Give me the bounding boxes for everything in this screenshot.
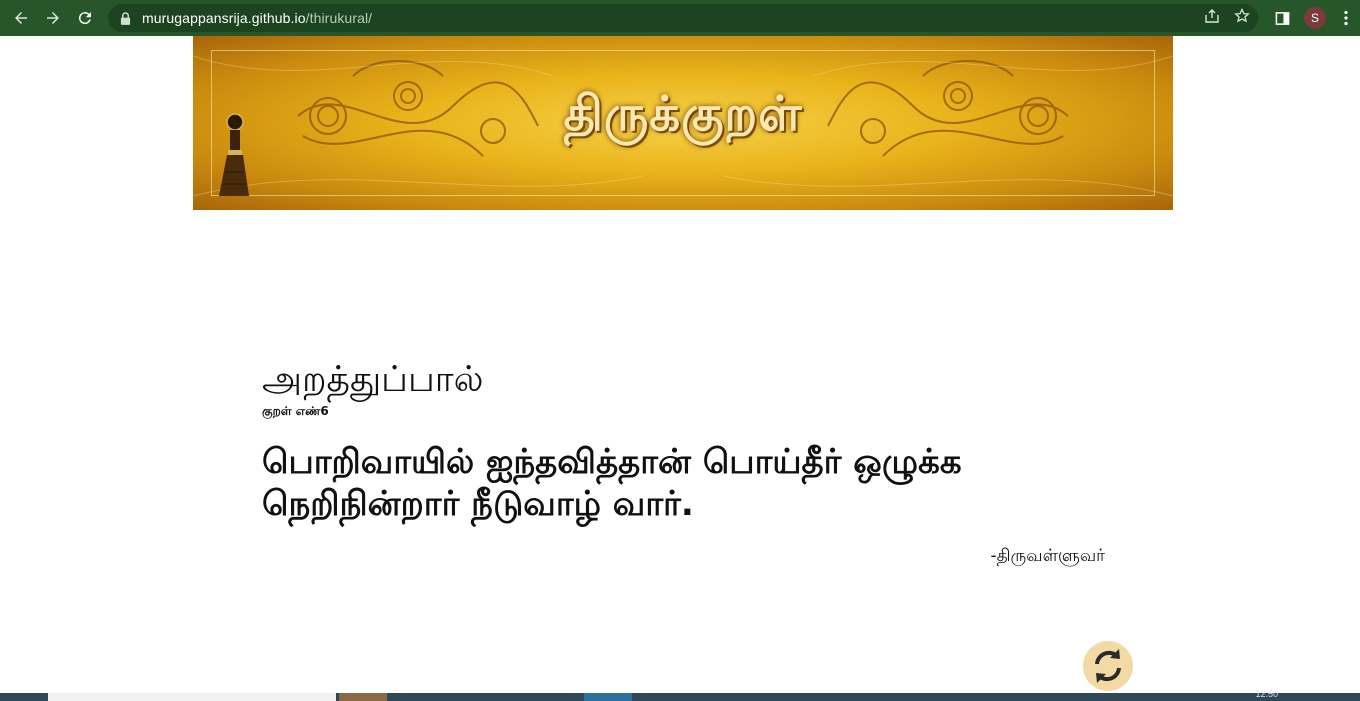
- author-credit: -திருவள்ளுவர்: [990, 546, 1105, 566]
- taskbar-app-button[interactable]: [339, 693, 387, 701]
- refresh-icon: [1095, 649, 1121, 683]
- side-panel-icon: [1275, 11, 1289, 25]
- side-panel-button[interactable]: [1266, 2, 1298, 34]
- kural-line-2: நெறிநின்றார் நீடுவாழ் வார்.: [262, 484, 694, 524]
- menu-button[interactable]: [1332, 2, 1360, 34]
- lock-icon: [120, 11, 132, 25]
- section-title: அறத்துப்பால்: [262, 359, 484, 400]
- header-banner: திருக்குறள்: [193, 36, 1173, 210]
- reload-icon: [78, 12, 91, 25]
- kural-number: குறள் எண்6: [262, 404, 329, 418]
- forward-button[interactable]: [37, 2, 69, 34]
- more-vert-icon: [1344, 10, 1348, 26]
- url-path: /thirukural/: [305, 10, 373, 26]
- banner-title: திருக்குறள்: [563, 86, 803, 142]
- url-host: murugappansrija.github.io: [142, 10, 306, 26]
- arrow-right-icon: [47, 12, 59, 24]
- browser-toolbar: murugappansrija.github.io/thirukural/ S: [0, 0, 1360, 36]
- back-button[interactable]: [5, 2, 37, 34]
- taskbar-search-box[interactable]: [48, 693, 336, 701]
- bookmark-star-icon[interactable]: [1234, 7, 1250, 28]
- profile-avatar[interactable]: S: [1304, 7, 1326, 29]
- os-taskbar: 12:50: [0, 689, 1360, 701]
- reload-button[interactable]: [69, 2, 101, 34]
- kural-line-1: பொறிவாயில் ஐந்தவித்தான் பொய்தீர் ஒழுக்க: [262, 442, 962, 482]
- url-text: murugappansrija.github.io/thirukural/: [142, 10, 372, 26]
- address-bar[interactable]: murugappansrija.github.io/thirukural/: [108, 4, 1258, 32]
- share-icon[interactable]: [1204, 8, 1220, 28]
- taskbar-clock: 12:50: [1255, 689, 1278, 699]
- taskbar-app-button[interactable]: [584, 693, 632, 701]
- refresh-kural-button[interactable]: [1083, 641, 1133, 691]
- arrow-left-icon: [15, 12, 27, 24]
